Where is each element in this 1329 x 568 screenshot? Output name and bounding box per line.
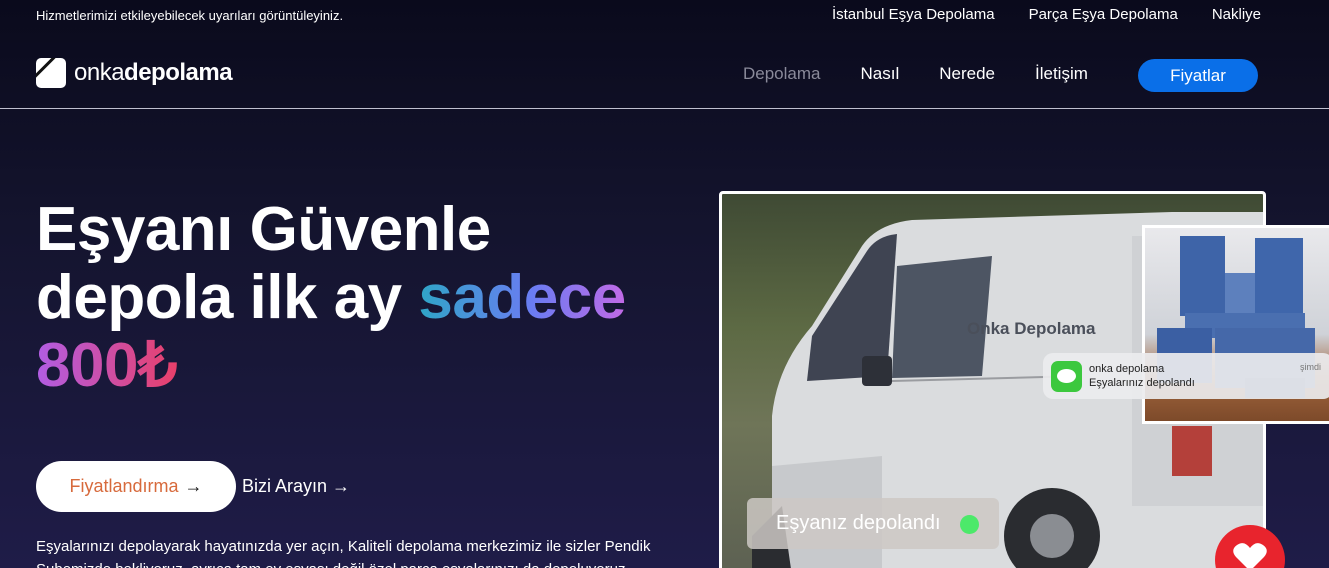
site-logo[interactable]: onkadepolama: [36, 58, 233, 88]
hero-title: Eşyanı Güvenle depola ilk ay sadece 800₺: [36, 196, 626, 400]
status-dot-icon: [960, 515, 979, 534]
notification-time: şimdi: [1299, 362, 1321, 372]
hero-title-line1: Eşyanı Güvenle: [36, 195, 491, 264]
top-bar: Hizmetlerimizi etkileyebilecek uyarıları…: [0, 0, 1329, 30]
top-link-parca[interactable]: Parça Eşya Depolama: [1029, 6, 1178, 23]
hero-description: Eşyalarınızı depolayarak hayatınızda yer…: [36, 538, 651, 568]
main-header: onkadepolama Depolama Nasıl Nerede İleti…: [0, 38, 1329, 109]
nav-item-nerede[interactable]: Nerede: [939, 64, 995, 84]
notification-sender: onka depolama: [1089, 363, 1165, 375]
logo-mark-icon: [36, 58, 66, 88]
nav-item-iletisim[interactable]: İletişim: [1035, 64, 1088, 84]
nav-item-depolama[interactable]: Depolama: [743, 64, 821, 84]
stored-toast-text: Eşyanız depolandı: [776, 512, 941, 534]
heart-icon: [1233, 543, 1267, 568]
pricing-button[interactable]: Fiyatlar: [1138, 59, 1258, 92]
top-link-nakliye[interactable]: Nakliye: [1212, 6, 1261, 23]
top-link-istanbul[interactable]: İstanbul Eşya Depolama: [832, 6, 995, 23]
main-nav: Depolama Nasıl Nerede İletişim: [743, 64, 1088, 84]
arrow-right-icon: →: [184, 476, 203, 496]
van-brand-text: Onka Depolama: [967, 319, 1096, 338]
hero-title-line2: depola ilk ay sadece: [36, 263, 626, 332]
notification-message: Eşyalarınız depolandı: [1089, 377, 1195, 389]
logo-text: onkadepolama: [74, 59, 233, 86]
alerts-notice-link[interactable]: Hizmetlerimizi etkileyebilecek uyarıları…: [36, 8, 343, 23]
message-notification[interactable]: onka depolama Eşyalarınız depolandı şimd…: [1043, 353, 1329, 399]
hero-price: 800₺: [36, 331, 177, 400]
top-links: İstanbul Eşya Depolama Parça Eşya Depola…: [832, 6, 1261, 23]
message-app-icon: [1051, 361, 1082, 392]
hero-title-accent: sadece: [418, 263, 626, 332]
pricing-cta-label: Fiyatlandırma: [69, 476, 179, 496]
call-us-link[interactable]: Bizi Arayın →: [242, 476, 350, 497]
pricing-cta-button[interactable]: Fiyatlandırma →: [36, 461, 236, 512]
stored-toast: Eşyanız depolandı: [747, 498, 999, 549]
nav-item-nasil[interactable]: Nasıl: [861, 64, 900, 84]
